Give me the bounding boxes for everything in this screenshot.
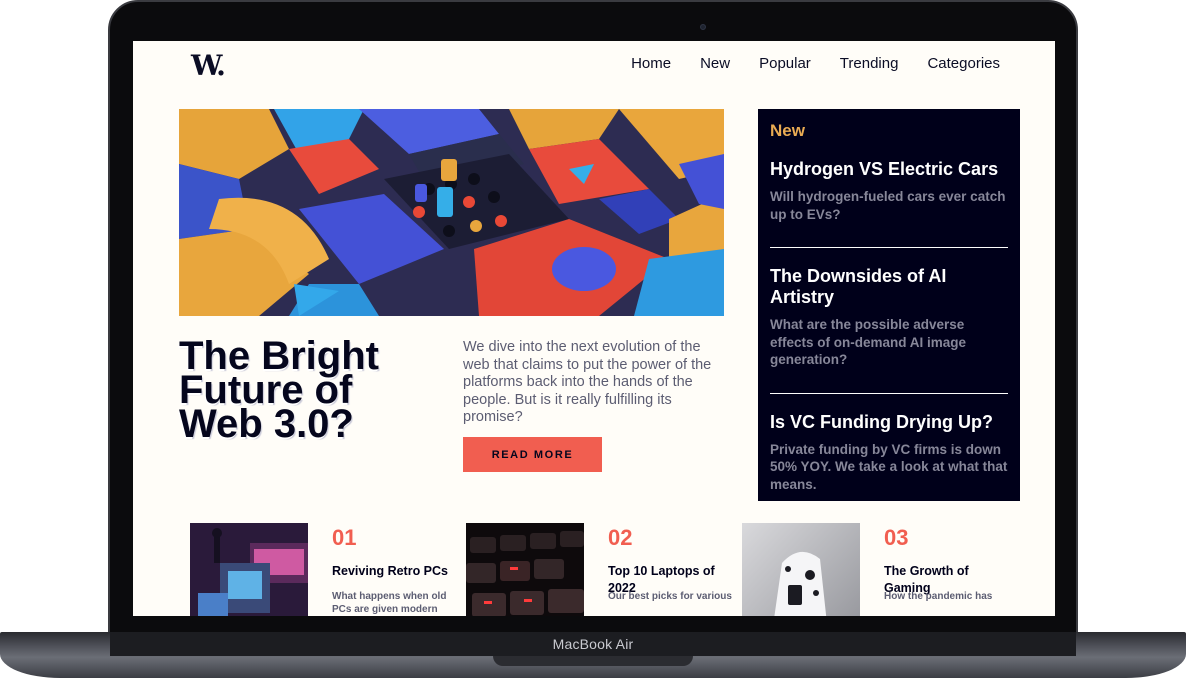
retro-pc-image bbox=[190, 523, 308, 616]
card-title[interactable]: Reviving Retro PCs bbox=[332, 563, 462, 580]
hero-image bbox=[179, 109, 724, 316]
new-article-item[interactable]: Hydrogen VS Electric Cars Will hydrogen-… bbox=[770, 141, 1008, 248]
laptop-notch bbox=[493, 656, 693, 666]
new-articles-panel: New Hydrogen VS Electric Cars Will hydro… bbox=[758, 109, 1020, 501]
card-description: Our best picks for various bbox=[608, 591, 732, 602]
new-article-title[interactable]: Is VC Funding Drying Up? bbox=[770, 412, 1008, 433]
new-article-item[interactable]: The Downsides of AI Artistry What are th… bbox=[770, 248, 1008, 394]
card-number: 01 bbox=[332, 525, 357, 550]
device-label: MacBook Air bbox=[552, 636, 634, 652]
new-article-description: What are the possible adverse effects of… bbox=[770, 317, 967, 367]
new-article-description: Private funding by VC firms is down 50% … bbox=[770, 441, 1008, 492]
read-more-button[interactable]: READ MORE bbox=[463, 437, 602, 472]
game-controller-image bbox=[742, 523, 860, 616]
nav-new[interactable]: New bbox=[700, 55, 730, 72]
article-card[interactable]: 01 Reviving Retro PCs What happens when … bbox=[190, 523, 466, 616]
site-logo[interactable]: W. bbox=[191, 49, 226, 82]
hero-title: The Bright Future of Web 3.0? bbox=[179, 334, 379, 446]
card-number: 02 bbox=[608, 525, 633, 550]
new-article-description: Will hydrogen-fueled cars ever catch up … bbox=[770, 189, 1006, 222]
card-description: What happens when old PCs are given mode… bbox=[332, 591, 447, 615]
card-description: How the pandemic has bbox=[884, 591, 993, 602]
new-article-item[interactable]: Is VC Funding Drying Up? Private funding… bbox=[770, 394, 1008, 502]
new-article-title[interactable]: Hydrogen VS Electric Cars bbox=[770, 159, 1008, 180]
nav-categories[interactable]: Categories bbox=[927, 55, 1000, 72]
article-card[interactable]: 03 The Growth of Gaming How the pandemic… bbox=[742, 523, 1018, 616]
new-article-title[interactable]: The Downsides of AI Artistry bbox=[770, 266, 1008, 308]
camera-icon bbox=[700, 24, 706, 30]
nav-popular[interactable]: Popular bbox=[759, 55, 811, 72]
top-articles: 01 Reviving Retro PCs What happens when … bbox=[190, 523, 1018, 616]
nav-trending[interactable]: Trending bbox=[840, 55, 899, 72]
article-card[interactable]: 02 Top 10 Laptops of 2022 Our best picks… bbox=[466, 523, 742, 616]
card-number: 03 bbox=[884, 525, 909, 550]
main-nav: Home New Popular Trending Categories bbox=[631, 55, 1000, 72]
keyboard-image bbox=[466, 523, 584, 616]
new-panel-heading: New bbox=[770, 121, 805, 140]
nav-home[interactable]: Home bbox=[631, 55, 671, 72]
hero-description: We dive into the next evolution of the w… bbox=[463, 339, 712, 425]
browser-screen: W. Home New Popular Trending Categories bbox=[133, 41, 1055, 616]
